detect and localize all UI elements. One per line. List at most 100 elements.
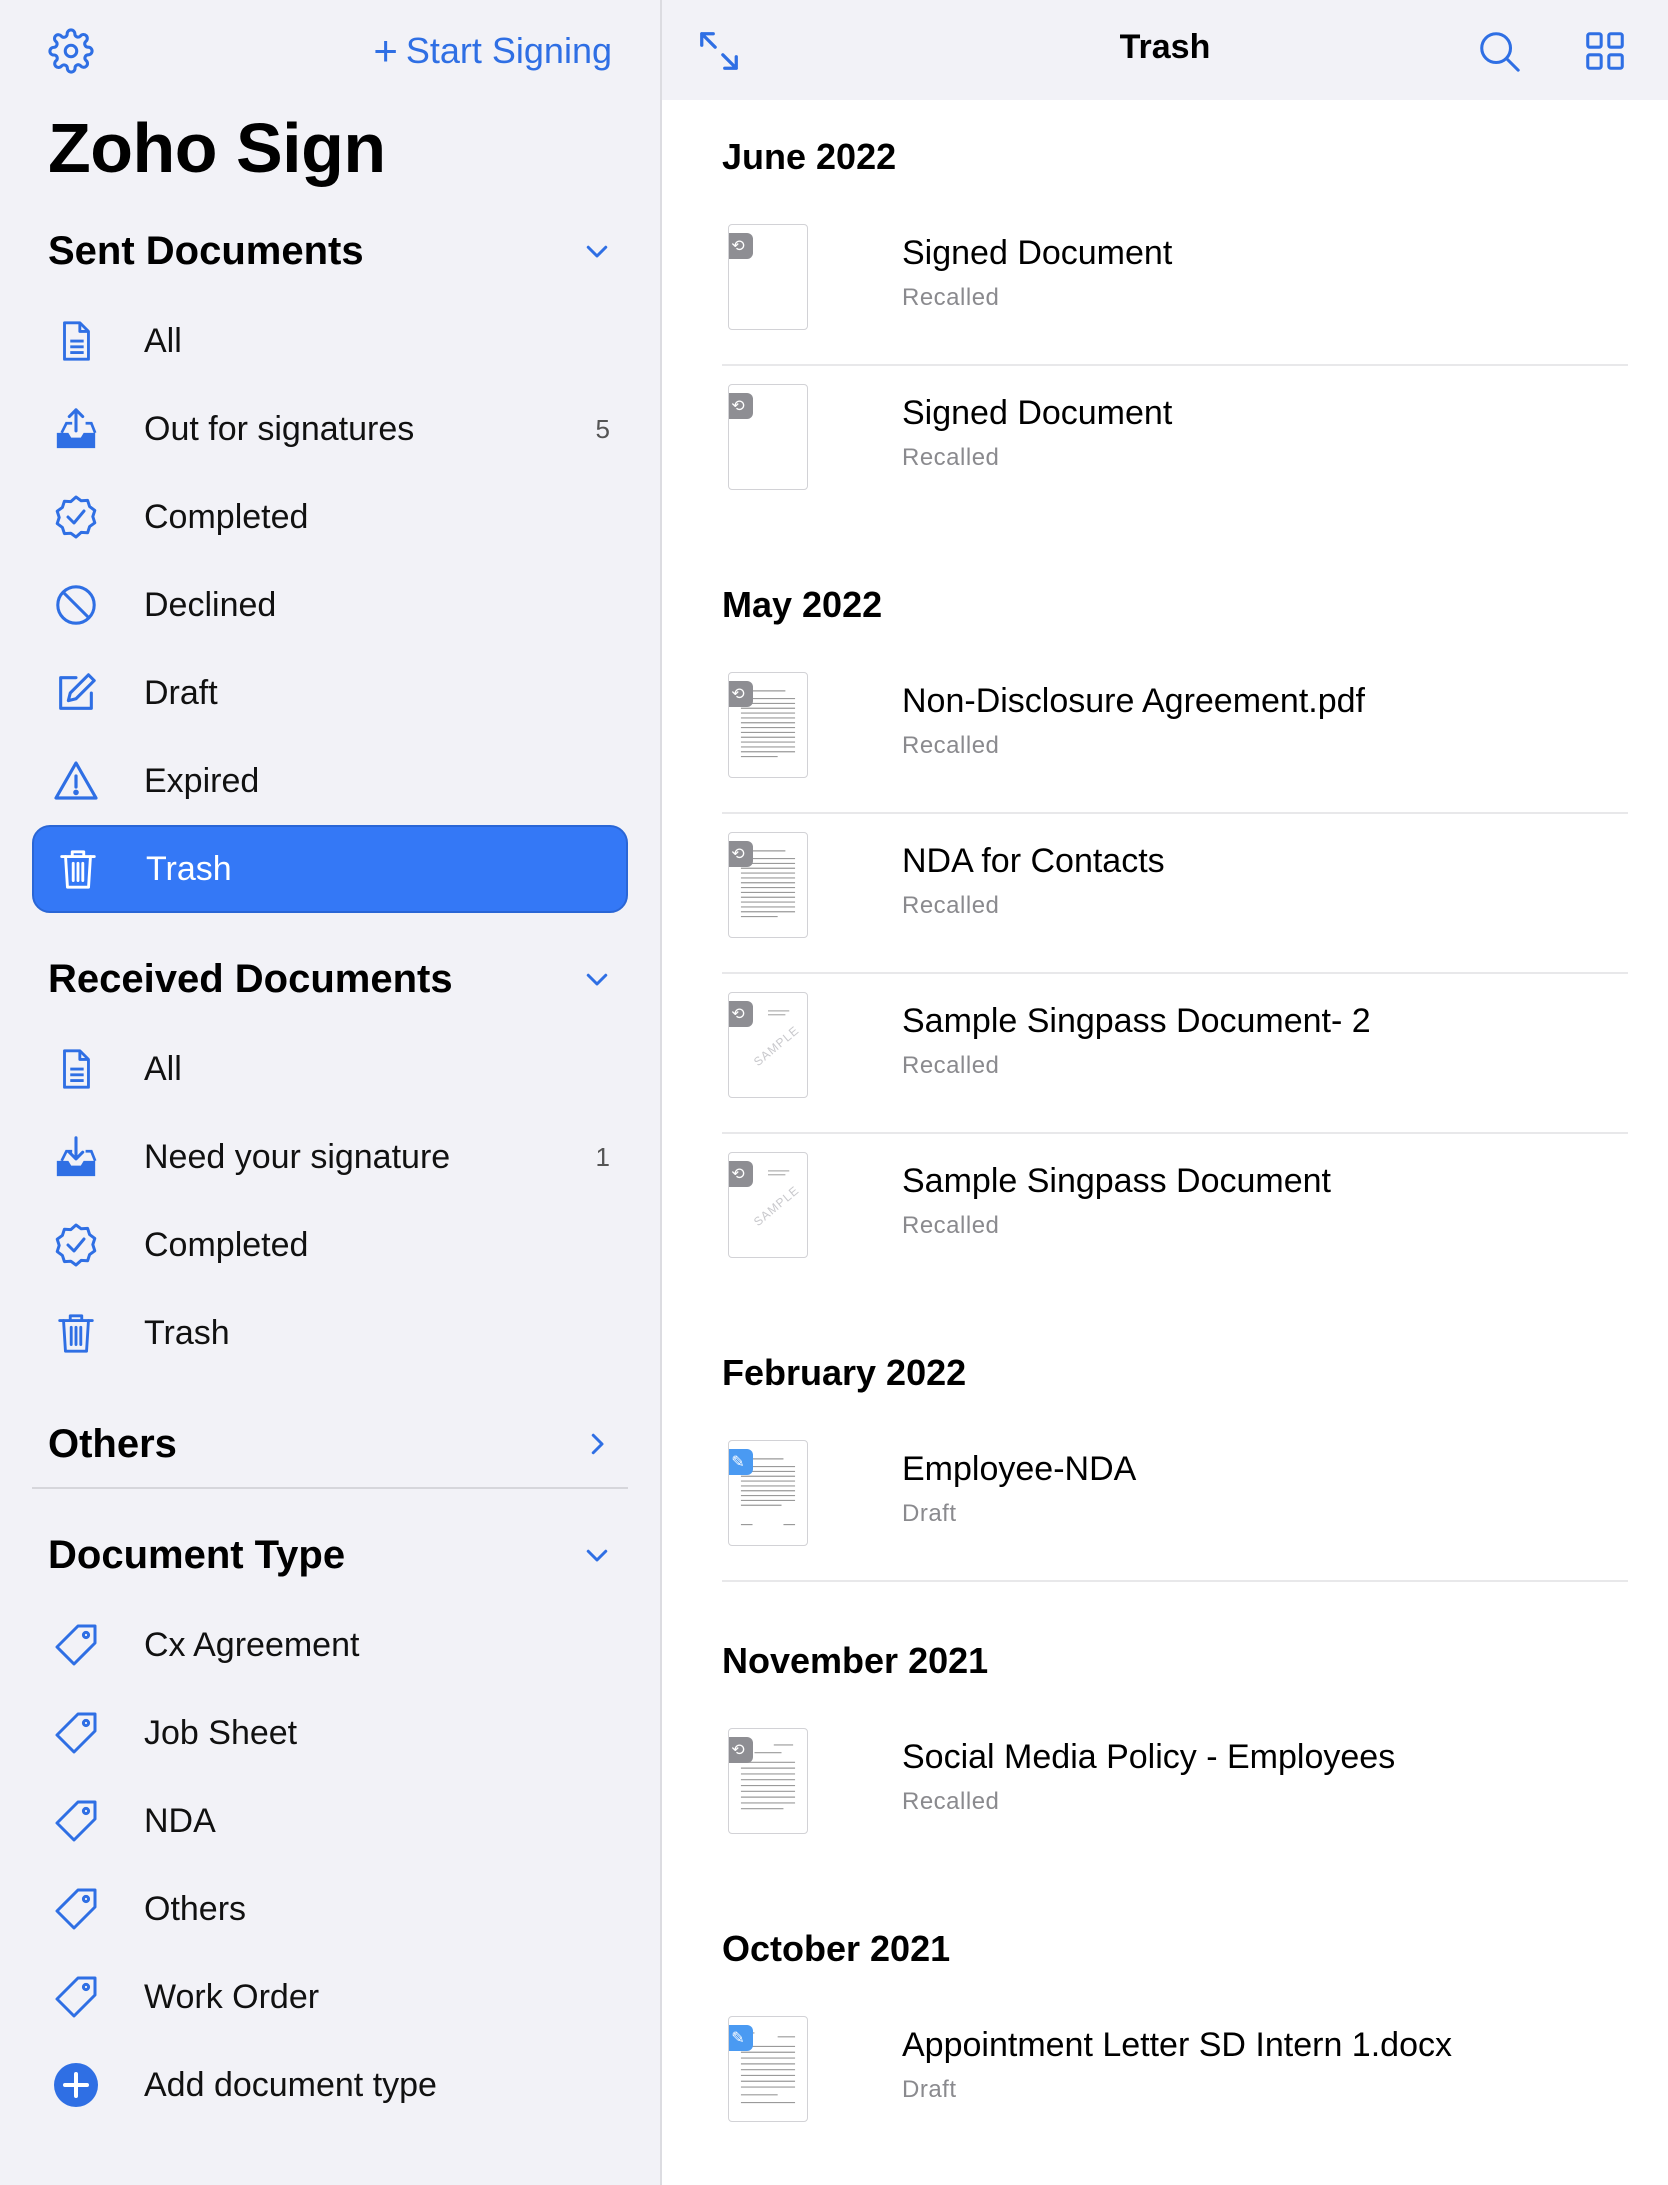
item-count: 1 xyxy=(595,1141,610,1172)
verified-badge-icon xyxy=(50,491,102,543)
document-thumbnail: ⟲ xyxy=(728,384,808,490)
sidebar-item-out-for-signatures[interactable]: Out for signatures 5 xyxy=(32,385,628,473)
others-header[interactable]: Others xyxy=(48,1414,612,1474)
month-header: October 2021 xyxy=(722,1928,951,1969)
sidebar-item-received-trash[interactable]: Trash xyxy=(32,1289,628,1377)
recalled-badge-icon: ⟲ xyxy=(729,393,753,419)
sidebar-item-draft[interactable]: Draft xyxy=(32,649,628,737)
document-thumbnail: ⟲ xyxy=(728,1728,808,1834)
sidebar-item-label: Need your signature xyxy=(144,1137,451,1176)
sidebar-item-expired[interactable]: Expired xyxy=(32,737,628,825)
sidebar-item-label: NDA xyxy=(144,1801,216,1840)
document-icon xyxy=(50,1043,102,1095)
sidebar-item-label: Completed xyxy=(144,497,309,536)
sidebar-item-cx-agreement[interactable]: Cx Agreement xyxy=(32,1601,628,1689)
received-documents-header[interactable]: Received Documents xyxy=(48,949,612,1009)
list-item[interactable]: ⟲ Signed Document Recalled xyxy=(722,366,1628,526)
sidebar-item-sent-trash[interactable]: Trash xyxy=(32,825,628,913)
sidebar-item-label: Declined xyxy=(144,585,277,624)
sidebar-item-label: Cx Agreement xyxy=(144,1625,360,1664)
document-name: Employee-NDA xyxy=(902,1450,1137,1488)
list-item[interactable]: ⟲ NDA for Contacts Recalled xyxy=(722,814,1628,974)
document-status: Recalled xyxy=(902,732,1000,759)
sidebar-item-job-sheet[interactable]: Job Sheet xyxy=(32,1689,628,1777)
search-icon[interactable] xyxy=(1476,28,1522,74)
sidebar-item-declined[interactable]: Declined xyxy=(32,561,628,649)
document-status: Recalled xyxy=(902,892,1000,919)
list-item[interactable]: ⟲ Non-Disclosure Agreement.pdf Recalled xyxy=(722,654,1628,814)
plus-circle-icon xyxy=(50,2059,102,2111)
list-item[interactable]: ⟲ Signed Document Recalled xyxy=(722,206,1628,366)
chevron-down-icon xyxy=(586,245,608,258)
recalled-badge-icon: ⟲ xyxy=(729,233,753,259)
chevron-right-icon xyxy=(591,1433,604,1455)
sidebar-item-sent-completed[interactable]: Completed xyxy=(32,473,628,561)
sidebar-item-label: Work Order xyxy=(144,1977,320,2016)
tag-icon xyxy=(50,1971,102,2023)
recalled-badge-icon: ⟲ xyxy=(729,841,753,867)
sent-documents-title: Sent Documents xyxy=(48,228,364,273)
list-item[interactable]: ✎ Appointment Letter SD Intern 1.docx Dr… xyxy=(722,1998,1628,2158)
document-status: Recalled xyxy=(902,1788,1000,1815)
sidebar-item-label: Trash xyxy=(146,849,232,888)
document-thumbnail: ⟲ xyxy=(728,224,808,330)
sidebar-item-label: Expired xyxy=(144,761,260,800)
sidebar-item-sent-all[interactable]: All xyxy=(32,297,628,385)
received-documents-title: Received Documents xyxy=(48,956,453,1001)
sidebar-item-received-completed[interactable]: Completed xyxy=(32,1201,628,1289)
draft-pencil-badge-icon: ✎ xyxy=(729,1449,753,1475)
list-item[interactable]: SAMPLE ⟲ Sample Singpass Document Recall… xyxy=(722,1134,1628,1294)
sidebar-item-others-type[interactable]: Others xyxy=(32,1865,628,1953)
document-name: Sample Singpass Document xyxy=(902,1162,1332,1200)
sidebar-item-label: All xyxy=(144,321,182,360)
others-title: Others xyxy=(48,1421,177,1466)
month-header: June 2022 xyxy=(722,136,897,177)
trash-icon xyxy=(50,1307,102,1359)
warning-triangle-icon xyxy=(50,755,102,807)
sidebar-item-label: Job Sheet xyxy=(144,1713,298,1752)
document-thumbnail: ⟲ xyxy=(728,832,808,938)
app-title: Zoho Sign xyxy=(48,109,386,187)
start-signing-label: Start Signing xyxy=(405,30,612,71)
grid-view-icon[interactable] xyxy=(1582,28,1628,74)
sidebar-item-work-order[interactable]: Work Order xyxy=(32,1953,628,2041)
list-item[interactable]: ⟲ Social Media Policy - Employees Recall… xyxy=(722,1710,1628,1870)
add-document-type-button[interactable]: Add document type xyxy=(32,2041,628,2129)
start-signing-button[interactable]: + Start Signing xyxy=(373,28,612,74)
document-thumbnail: ✎ xyxy=(728,2016,808,2122)
document-status: Recalled xyxy=(902,1212,1000,1239)
tag-icon xyxy=(50,1707,102,1759)
document-type-title: Document Type xyxy=(48,1532,346,1577)
document-thumbnail: ⟲ xyxy=(728,672,808,778)
tray-upload-icon xyxy=(50,403,102,455)
trash-icon xyxy=(52,843,104,895)
sidebar-item-need-your-signature[interactable]: Need your signature 1 xyxy=(32,1113,628,1201)
main-toolbar: Trash xyxy=(662,0,1668,100)
document-status: Recalled xyxy=(902,284,1000,311)
chevron-down-icon xyxy=(586,1549,608,1562)
sidebar-item-nda[interactable]: NDA xyxy=(32,1777,628,1865)
recalled-badge-icon: ⟲ xyxy=(729,681,753,707)
sidebar-item-label: Out for signatures xyxy=(144,409,415,448)
tag-icon xyxy=(50,1795,102,1847)
document-name: Signed Document xyxy=(902,394,1173,432)
sidebar-toolbar: + Start Signing xyxy=(0,0,660,100)
sidebar-item-label: All xyxy=(144,1049,182,1088)
sidebar-item-label: Completed xyxy=(144,1225,309,1264)
document-type-header[interactable]: Document Type xyxy=(48,1525,612,1585)
list-item[interactable]: ✎ Employee-NDA Draft xyxy=(722,1422,1628,1582)
gear-icon[interactable] xyxy=(48,28,94,74)
list-item[interactable]: SAMPLE ⟲ Sample Singpass Document- 2 Rec… xyxy=(722,974,1628,1134)
sent-documents-header[interactable]: Sent Documents xyxy=(48,221,612,281)
document-thumbnail: SAMPLE ⟲ xyxy=(728,992,808,1098)
document-name: Non-Disclosure Agreement.pdf xyxy=(902,682,1366,720)
sidebar-item-received-all[interactable]: All xyxy=(32,1025,628,1113)
sidebar-item-label: Draft xyxy=(144,673,218,712)
document-thumbnail: ✎ xyxy=(728,1440,808,1546)
sidebar: + Start Signing Zoho Sign Sent Documents… xyxy=(0,0,660,2185)
plus-icon: + xyxy=(373,27,398,74)
chevron-down-icon xyxy=(586,973,608,986)
document-status: Draft xyxy=(902,2076,957,2103)
draft-pencil-badge-icon: ✎ xyxy=(729,2025,753,2051)
document-status: Recalled xyxy=(902,1052,1000,1079)
